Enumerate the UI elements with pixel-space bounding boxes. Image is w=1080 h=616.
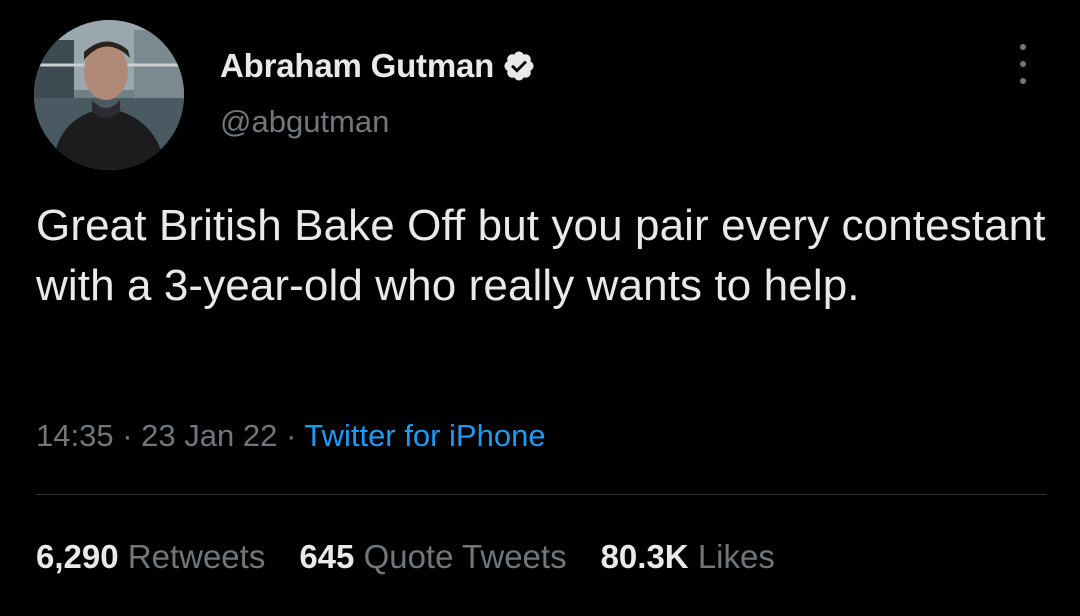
quote-tweets-stat[interactable]: 645 Quote Tweets [299, 538, 566, 576]
retweets-stat[interactable]: 6,290 Retweets [36, 538, 265, 576]
tweet-text: Great British Bake Off but you pair ever… [36, 201, 1046, 310]
tweet-date[interactable]: 23 Jan 22 [141, 418, 277, 453]
author-name-row[interactable]: Abraham Gutman [220, 44, 536, 88]
tweet-stats: 6,290 Retweets 645 Quote Tweets 80.3K Li… [36, 538, 809, 576]
retweets-count: 6,290 [36, 538, 119, 575]
dot [1020, 44, 1026, 50]
tweet-meta: 14:35 · 23 Jan 22 · Twitter for iPhone [36, 418, 546, 454]
likes-count: 80.3K [600, 538, 689, 575]
profile-photo [34, 20, 184, 170]
verified-badge-icon [502, 49, 536, 83]
tweet-card: Abraham Gutman @abgutman Great British B… [0, 0, 1080, 616]
avatar[interactable] [34, 20, 184, 170]
tweet-time[interactable]: 14:35 [36, 418, 114, 453]
author-handle[interactable]: @abgutman [220, 104, 389, 140]
likes-label: Likes [697, 538, 775, 575]
retweets-label: Retweets [127, 538, 266, 575]
quote-tweets-count: 645 [299, 538, 355, 575]
dot [1020, 78, 1026, 84]
more-options-icon[interactable] [1008, 44, 1038, 84]
likes-stat[interactable]: 80.3K Likes [601, 538, 775, 576]
divider [36, 494, 1046, 495]
tweet-source-link[interactable]: Twitter for iPhone [304, 418, 545, 453]
author-display-name[interactable]: Abraham Gutman [220, 47, 494, 85]
meta-separator: · [285, 418, 297, 453]
dot [1020, 61, 1026, 67]
meta-separator: · [122, 418, 133, 453]
quote-tweets-label: Quote Tweets [363, 538, 567, 575]
